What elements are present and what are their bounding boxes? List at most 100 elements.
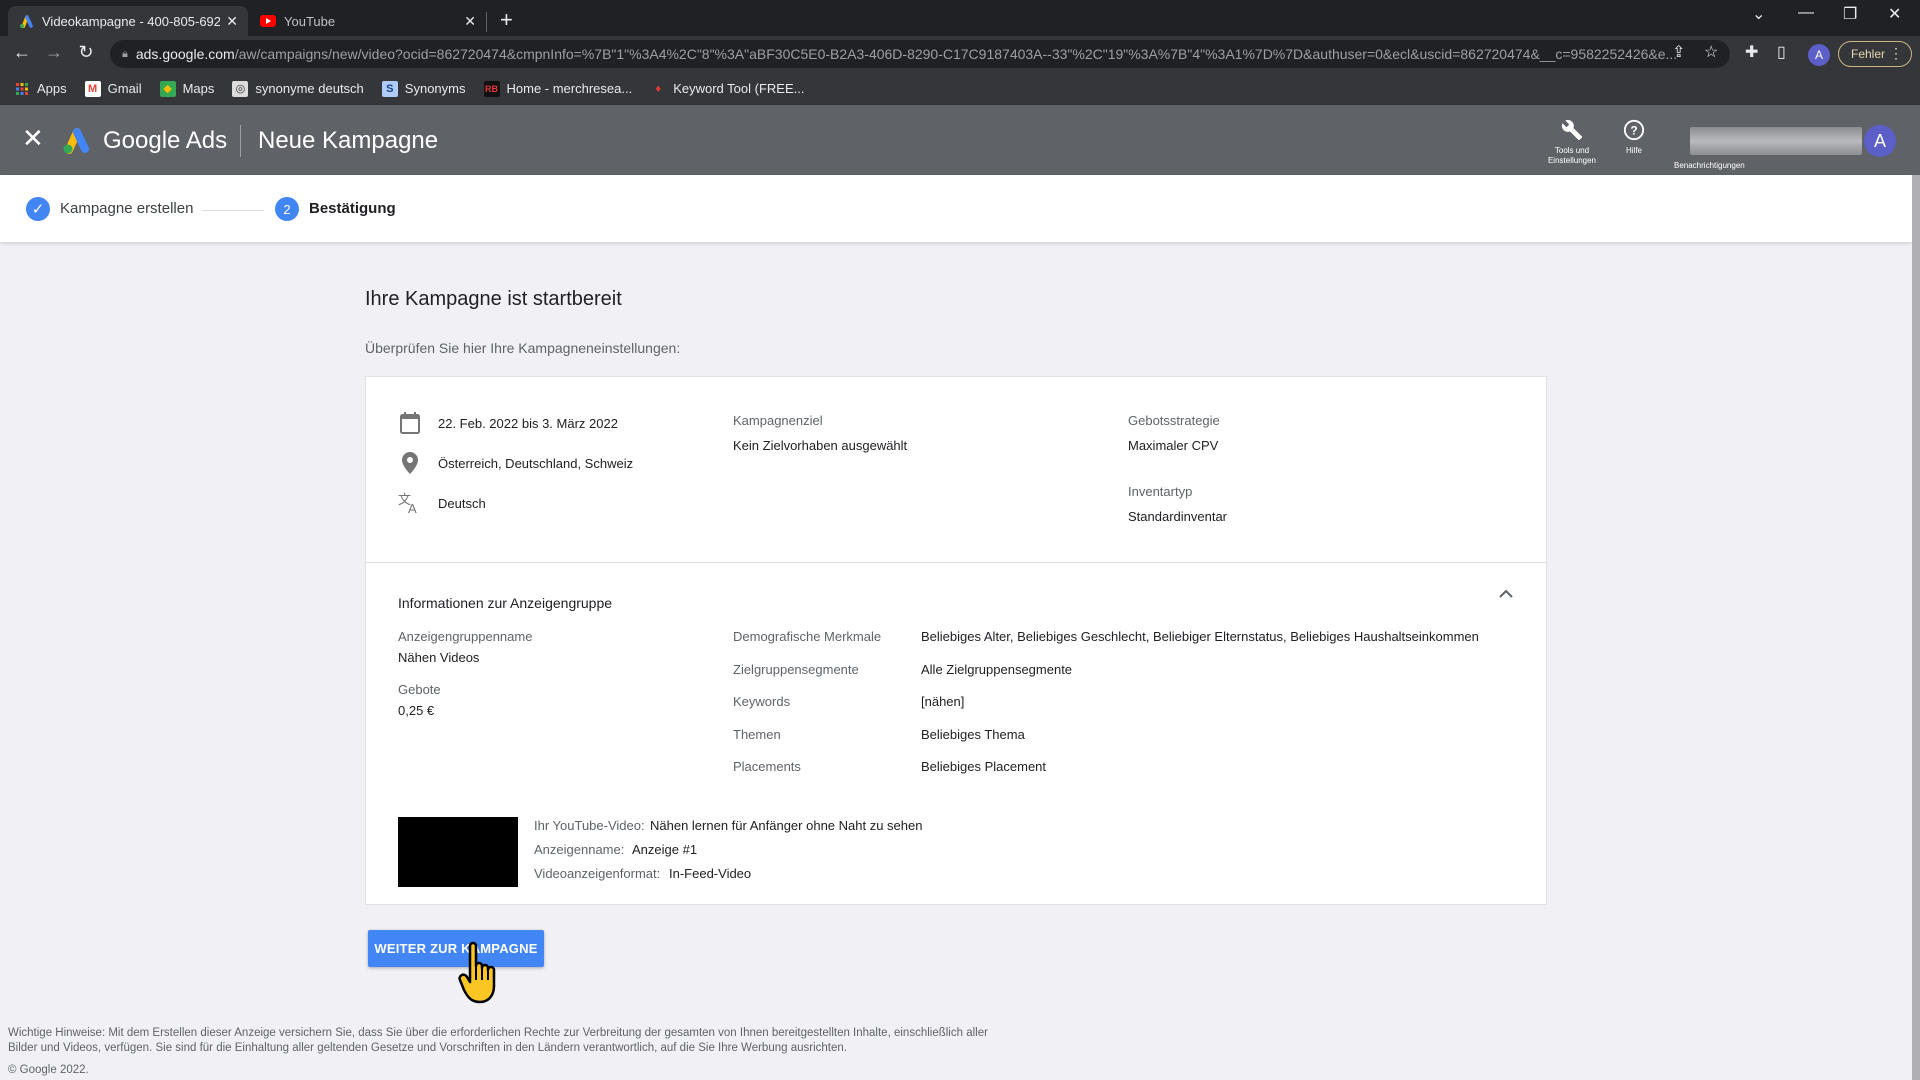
back-icon[interactable]: ← bbox=[10, 42, 34, 63]
page-subtitle: Überprüfen Sie hier Ihre Kampagneneinste… bbox=[365, 340, 681, 356]
minimize-icon[interactable]: — bbox=[1798, 4, 1814, 22]
summary-language: 文A Deutsch bbox=[398, 491, 486, 515]
help-icon: ? bbox=[1616, 119, 1652, 146]
copyright: © Google 2022. bbox=[8, 1064, 89, 1076]
inventory-type-value: Standardinventar bbox=[1128, 509, 1228, 524]
bookmark-star-icon[interactable]: ☆ bbox=[1704, 42, 1718, 62]
targeting-label: Themen bbox=[733, 727, 781, 742]
page-name: Neue Kampagne bbox=[258, 127, 439, 154]
targeting-value: Beliebiges Alter, Beliebiges Geschlecht,… bbox=[921, 629, 1479, 644]
svg-text:?: ? bbox=[1630, 124, 1637, 138]
tab-title: YouTube bbox=[284, 13, 336, 29]
close-icon[interactable]: ✕ bbox=[22, 125, 44, 151]
ad-group-name-value: Nähen Videos bbox=[398, 650, 480, 665]
account-info-blurred[interactable] bbox=[1690, 127, 1862, 155]
video-format-label: Videoanzeigenformat: bbox=[534, 866, 661, 881]
forward-icon[interactable]: → bbox=[42, 42, 66, 63]
tab-youtube[interactable]: YouTube ✕ bbox=[250, 6, 486, 36]
close-window-icon[interactable]: ✕ bbox=[1888, 4, 1901, 24]
calendar-icon bbox=[398, 411, 422, 435]
error-badge-label: Fehler bbox=[1851, 47, 1886, 61]
bookmark-label: Apps bbox=[37, 81, 67, 96]
bookmark-gmail[interactable]: M Gmail bbox=[84, 80, 142, 97]
ad-group-name-label: Anzeigengruppenname bbox=[398, 629, 533, 644]
bookmark-apps[interactable]: Apps bbox=[14, 81, 67, 97]
notifications-label[interactable]: Benachrichtigungen bbox=[1674, 161, 1745, 170]
new-tab-button[interactable]: + bbox=[500, 6, 513, 34]
address-bar-row: ← → ↻ 🔒︎ ads.google.com /aw/campaigns/ne… bbox=[0, 36, 1920, 72]
side-panel-icon[interactable]: ▯ bbox=[1777, 42, 1786, 62]
bookmark-synonyme-deutsch[interactable]: ◎ synonyme deutsch bbox=[232, 80, 364, 97]
locations-value: Österreich, Deutschland, Schweiz bbox=[438, 455, 634, 471]
bookmark-label: Gmail bbox=[107, 81, 142, 96]
keyword-tool-icon: ♦ bbox=[655, 82, 662, 95]
bids-value: 0,25 € bbox=[398, 703, 435, 718]
app-header: ✕ Google Ads Neue Kampagne Tools und Ein… bbox=[0, 105, 1920, 175]
tab-videokampagne[interactable]: Videokampagne - 400-805-6921 ✕ bbox=[8, 6, 248, 36]
more-menu-icon[interactable]: ⋮ bbox=[1889, 45, 1903, 62]
video-thumbnail[interactable] bbox=[398, 817, 518, 887]
step-connector bbox=[202, 210, 264, 211]
step-confirmation: Bestätigung bbox=[309, 200, 396, 217]
campaign-goal-label: Kampagnenziel bbox=[733, 413, 823, 428]
close-tab-icon[interactable]: ✕ bbox=[464, 13, 476, 30]
ad-name-label: Anzeigenname: bbox=[534, 842, 625, 857]
bookmark-label: Keyword Tool (FREE... bbox=[673, 81, 805, 96]
ad-group-section-title: Informationen zur Anzeigengruppe bbox=[398, 595, 613, 611]
page-title: Ihre Kampagne ist startbereit bbox=[365, 288, 622, 310]
restore-icon[interactable]: ❐ bbox=[1843, 4, 1857, 24]
header-divider bbox=[240, 125, 241, 157]
site-icon: ◎ bbox=[232, 80, 249, 97]
summary-date-range: 22. Feb. 2022 bis 3. März 2022 bbox=[398, 411, 618, 435]
apps-grid-icon bbox=[14, 81, 30, 97]
campaign-stepper: ✓ Kampagne erstellen 2 Bestätigung bbox=[0, 175, 1912, 243]
bookmarks-bar: Apps M Gmail ◆ Maps ◎ synonyme deutsch S… bbox=[0, 72, 1920, 105]
targeting-value: Beliebiges Placement bbox=[921, 759, 1047, 774]
tools-label-line2: Einstellungen bbox=[1547, 156, 1597, 165]
youtube-icon bbox=[260, 13, 276, 29]
page-scrollbar[interactable] bbox=[1912, 175, 1920, 1080]
legal-notice: Wichtige Hinweise: Mit dem Erstellen die… bbox=[8, 1027, 988, 1054]
extensions-icon[interactable]: ✚ bbox=[1745, 42, 1758, 62]
tab-separator bbox=[486, 12, 487, 32]
campaign-goal-value: Kein Zielvorhaben ausgewählt bbox=[733, 438, 908, 453]
tab-title: Videokampagne - 400-805-6921 bbox=[42, 13, 221, 29]
continue-to-campaign-button[interactable]: WEITER ZUR KAMPAGNE bbox=[368, 930, 544, 967]
targeting-label: Demografische Merkmale bbox=[733, 629, 882, 644]
maps-icon: ◆ bbox=[159, 80, 176, 97]
lock-icon: 🔒︎ bbox=[122, 47, 128, 60]
google-ads-icon bbox=[18, 13, 34, 29]
bookmark-label: synonyme deutsch bbox=[255, 81, 364, 96]
card-divider bbox=[366, 562, 1546, 563]
bookmark-keyword-tool[interactable]: ♦ Keyword Tool (FREE... bbox=[650, 81, 804, 97]
step-create-campaign[interactable]: Kampagne erstellen bbox=[60, 200, 193, 217]
bid-strategy-label: Gebotsstrategie bbox=[1128, 413, 1220, 428]
google-ads-logo bbox=[60, 125, 92, 155]
share-icon[interactable]: ⇪ bbox=[1672, 42, 1685, 62]
youtube-video-label: Ihr YouTube-Video: bbox=[534, 818, 645, 833]
step-number-badge: 2 bbox=[275, 197, 299, 221]
bookmark-synonyms[interactable]: S Synonyms bbox=[381, 80, 466, 97]
bookmark-label: Home - merchresea... bbox=[506, 81, 633, 96]
bookmark-merchresearch[interactable]: RB Home - merchresea... bbox=[483, 80, 633, 97]
hand-cursor-icon bbox=[458, 940, 502, 1004]
svg-text:A: A bbox=[408, 501, 417, 514]
check-icon: ✓ bbox=[26, 197, 50, 221]
location-pin-icon bbox=[398, 451, 422, 475]
chevron-up-icon[interactable] bbox=[1496, 583, 1516, 603]
tools-settings-button[interactable]: Tools und Einstellungen bbox=[1542, 119, 1602, 166]
user-avatar[interactable]: A bbox=[1864, 125, 1896, 157]
reload-icon[interactable]: ↻ bbox=[74, 42, 98, 63]
synonyms-icon: S bbox=[381, 80, 398, 97]
ad-name-value: Anzeige #1 bbox=[632, 842, 698, 857]
help-button[interactable]: ? Hilfe bbox=[1616, 119, 1652, 156]
close-tab-icon[interactable]: ✕ bbox=[226, 13, 238, 30]
url-input[interactable]: 🔒︎ ads.google.com /aw/campaigns/new/vide… bbox=[110, 40, 1730, 68]
bid-strategy-value: Maximaler CPV bbox=[1128, 438, 1219, 453]
error-badge-button[interactable]: Fehler ⋮ bbox=[1838, 41, 1912, 67]
help-label: Hilfe bbox=[1625, 146, 1642, 155]
bookmark-maps[interactable]: ◆ Maps bbox=[159, 80, 214, 97]
browser-profile-avatar[interactable]: A bbox=[1808, 44, 1830, 66]
language-value: Deutsch bbox=[438, 495, 486, 511]
tab-search-icon[interactable]: ⌄ bbox=[1752, 4, 1765, 24]
